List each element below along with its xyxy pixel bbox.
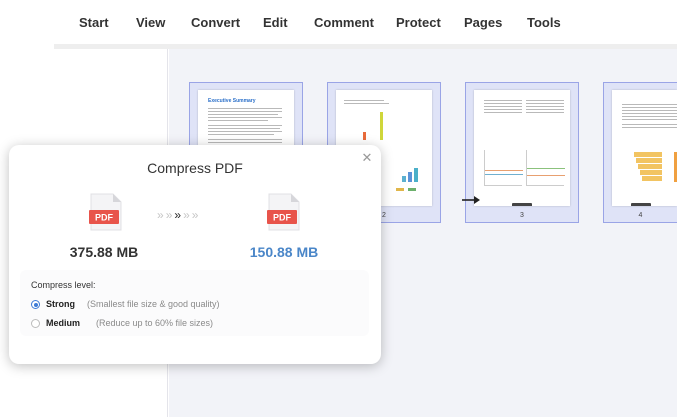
strong-radio[interactable] <box>31 300 40 309</box>
pdf-icon-label: PDF <box>273 213 292 223</box>
medium-radio[interactable] <box>31 319 40 328</box>
strong-option-desc: (Smallest file size & good quality) <box>87 299 220 309</box>
page-number: 3 <box>520 212 524 219</box>
pdf-file-icon: PDF <box>267 193 300 231</box>
menu-start[interactable]: Start <box>79 15 109 30</box>
page-tab <box>630 203 651 206</box>
page-thumbnail-3[interactable]: 3 <box>465 82 579 223</box>
dialog-title: Compress PDF <box>147 160 243 176</box>
menu-convert[interactable]: Convert <box>191 15 240 30</box>
medium-option-desc: (Reduce up to 60% file sizes) <box>96 318 214 328</box>
original-file-size: 375.88 MB <box>69 244 139 260</box>
page-number: 4 <box>638 212 643 219</box>
app-window: Start View Convert Edit Comment Protect … <box>0 0 677 417</box>
menu-view[interactable]: View <box>136 15 165 30</box>
compression-arrows-icon: »»»»» <box>157 208 201 222</box>
medium-option-label[interactable]: Medium <box>46 318 80 328</box>
arrow-right-icon <box>462 196 480 204</box>
compressed-file-size: 150.88 MB <box>249 244 319 260</box>
strong-option-label[interactable]: Strong <box>46 299 75 309</box>
page-preview <box>612 90 677 206</box>
compress-level-panel: Compress level: Strong (Smallest file si… <box>20 270 369 336</box>
menu-edit[interactable]: Edit <box>263 15 288 30</box>
page-heading: Executive Summary <box>208 98 256 104</box>
page-tab <box>512 203 532 206</box>
page-preview <box>474 90 570 206</box>
pdf-icon-label: PDF <box>95 213 114 223</box>
menu-bar: Start View Convert Edit Comment Protect … <box>0 0 677 44</box>
menu-comment[interactable]: Comment <box>314 15 374 30</box>
pdf-file-icon: PDF <box>89 193 122 231</box>
menu-tools[interactable]: Tools <box>527 15 561 30</box>
menu-protect[interactable]: Protect <box>396 15 441 30</box>
close-icon[interactable]: ✕ <box>361 151 373 164</box>
compress-pdf-dialog: Compress PDF ✕ PDF »»»»» PDF 375.88 MB 1… <box>9 145 381 364</box>
compress-level-label: Compress level: <box>31 280 96 290</box>
page-thumbnail-4[interactable]: 4 <box>603 82 677 223</box>
menu-pages[interactable]: Pages <box>464 15 502 30</box>
